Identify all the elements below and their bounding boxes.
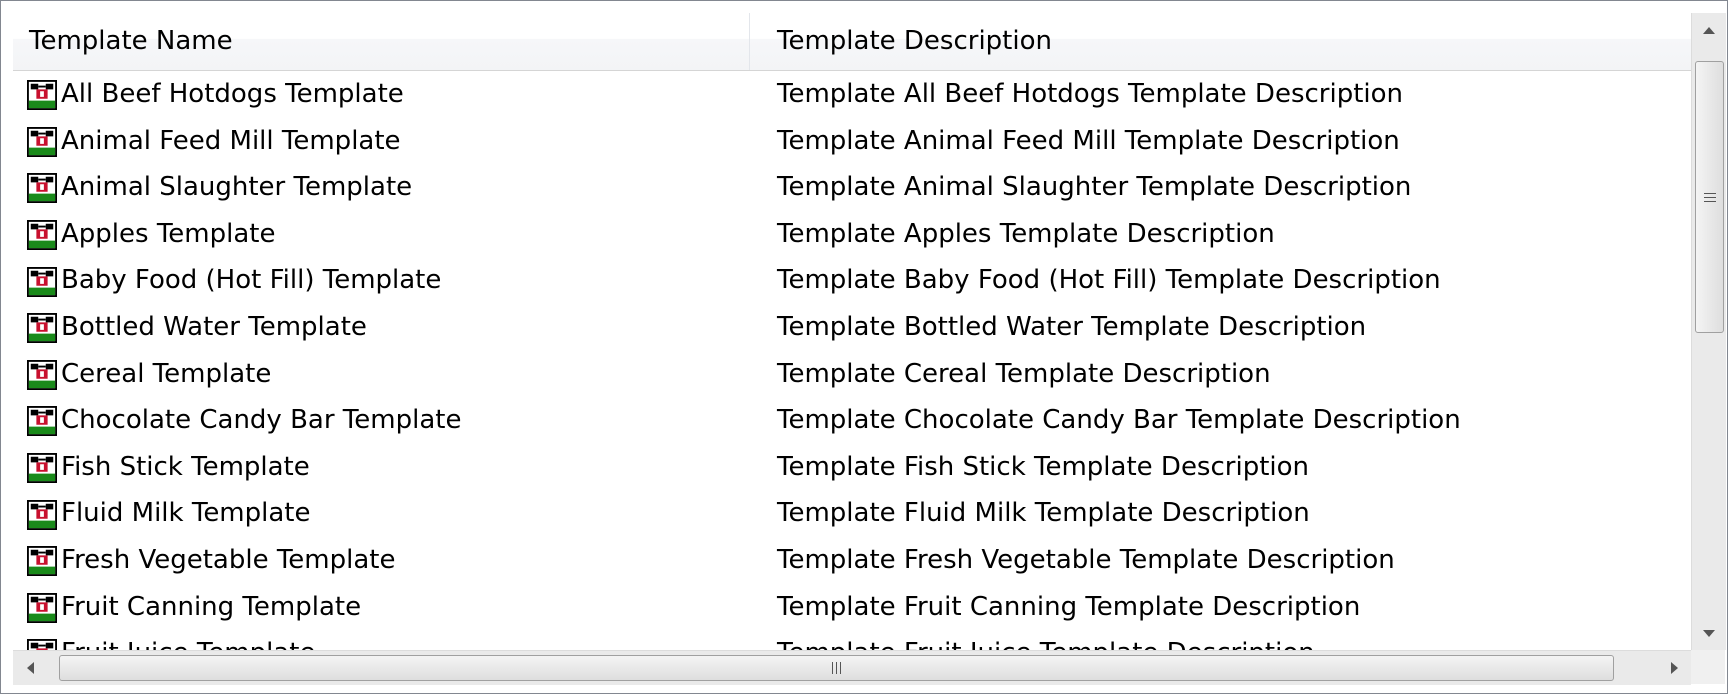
scroll-up-button[interactable] [1692,13,1726,47]
list-item[interactable]: Fresh Vegetable Template Template Fresh V… [13,537,1691,584]
template-name: Animal Feed Mill Template [61,125,401,156]
template-name-cell: Baby Food (Hot Fill) Template [27,257,441,304]
template-name-cell: Bottled Water Template [27,304,367,351]
horizontal-scrollbar[interactable] [13,650,1691,685]
template-name: All Beef Hotdogs Template [61,79,404,109]
template-icon [27,359,57,390]
template-icon [27,499,57,530]
template-description: Template Apples Template Description [777,218,1275,249]
template-description: Template Animal Slaughter Template Descr… [777,172,1412,203]
template-icon [27,266,57,297]
template-name: Cereal Template [61,358,272,389]
template-icon [27,312,57,344]
template-name: Fruit Canning Template [61,591,362,622]
column-header-template-description[interactable]: Template Description [750,13,1691,70]
list-item[interactable]: Fluid Milk Template Template Fluid Milk T… [13,490,1691,537]
list-item[interactable]: All Beef Hotdogs Template Template All Be… [13,71,1691,118]
template-name-cell: Fish Stick Template [27,444,310,491]
template-name-cell: Fruit Canning Template [27,584,361,631]
template-description: Template Cereal Template Description [777,358,1271,389]
template-name-cell: Fruit Juice Template [27,630,315,650]
template-description: Template All Beef Hotdogs Template Descr… [777,79,1404,109]
scroll-down-button[interactable] [1692,616,1726,650]
template-icon [27,219,57,251]
horizontal-scroll-thumb[interactable] [59,655,1614,681]
template-list-view[interactable]: Template Name Template Description All B… [0,0,1728,694]
template-icon [27,545,57,577]
template-name-cell: Animal Feed Mill Template [27,118,401,165]
list-item[interactable]: Cereal Template Template Cereal Template … [13,351,1691,398]
template-name: Fluid Milk Template [61,498,311,529]
template-name: Animal Slaughter Template [61,172,413,203]
template-icon [27,79,57,111]
list-item[interactable]: Bottled Water Template Template Bottled W… [13,304,1691,351]
arrow-down-icon [1703,629,1715,637]
scrollbar-corner [1691,650,1725,684]
grip-icon [832,662,841,674]
grip-icon [1703,192,1716,202]
template-name-cell: Cereal Template [27,351,271,398]
template-description: Template Bottled Water Template Descript… [777,311,1367,342]
template-description: Template Animal Feed Mill Template Descr… [777,125,1400,156]
arrow-left-icon [26,662,34,674]
list-rows: All Beef Hotdogs Template Template All Be… [13,71,1691,650]
template-name: Fish Stick Template [61,451,310,482]
arrow-right-icon [1670,662,1678,674]
list-item[interactable]: Fruit Juice Template Template Fruit Juice… [13,630,1691,650]
scroll-right-button[interactable] [1657,651,1691,685]
template-description: Template Fresh Vegetable Template Descri… [777,544,1395,575]
list-area: Template Name Template Description All B… [13,13,1691,650]
template-icon [27,592,57,623]
template-description: Template Baby Food (Hot Fill) Template D… [777,265,1441,296]
template-name: Chocolate Candy Bar Template [61,405,462,436]
template-icon [27,638,57,650]
list-item[interactable]: Chocolate Candy Bar Template Template Cho… [13,397,1691,444]
template-name-cell: Fluid Milk Template [27,490,311,537]
template-description: Template Fruit Canning Template Descript… [777,591,1361,622]
template-icon [27,126,57,157]
list-item[interactable]: Apples Template Template Apples Template … [13,211,1691,258]
template-name-cell: Chocolate Candy Bar Template [27,397,461,444]
scroll-left-button[interactable] [13,651,47,685]
template-name: Apples Template [61,218,276,249]
template-name: Fresh Vegetable Template [61,544,396,575]
column-header: Template Name Template Description [13,13,1691,71]
list-item[interactable]: Fruit Canning Template Template Fruit Can… [13,584,1691,631]
template-icon [27,172,57,204]
list-item[interactable]: Baby Food (Hot Fill) Template Template Ba… [13,257,1691,304]
template-icon [27,452,57,484]
template-description: Template Chocolate Candy Bar Template De… [777,405,1461,436]
template-name-cell: All Beef Hotdogs Template [27,71,404,118]
template-description: Template Fish Stick Template Description [777,451,1309,482]
list-item[interactable]: Animal Slaughter Template Template Animal… [13,164,1691,211]
list-item[interactable]: Fish Stick Template Template Fish Stick T… [13,444,1691,491]
arrow-up-icon [1703,26,1715,34]
list-item[interactable]: Animal Feed Mill Template Template Animal… [13,118,1691,165]
vertical-scrollbar[interactable] [1691,13,1726,650]
template-name: Fruit Juice Template [61,630,315,650]
template-name-cell: Apples Template [27,211,275,258]
template-name: Baby Food (Hot Fill) Template [61,265,442,296]
template-icon [27,405,57,437]
column-header-template-name[interactable]: Template Name [13,13,750,70]
vertical-scroll-thumb[interactable] [1695,61,1724,333]
template-name-cell: Animal Slaughter Template [27,164,412,211]
template-name: Bottled Water Template [61,311,367,342]
template-description: Template Fruit Juice Template Descriptio… [777,630,1315,650]
template-name-cell: Fresh Vegetable Template [27,537,395,584]
template-description: Template Fluid Milk Template Description [777,498,1310,529]
